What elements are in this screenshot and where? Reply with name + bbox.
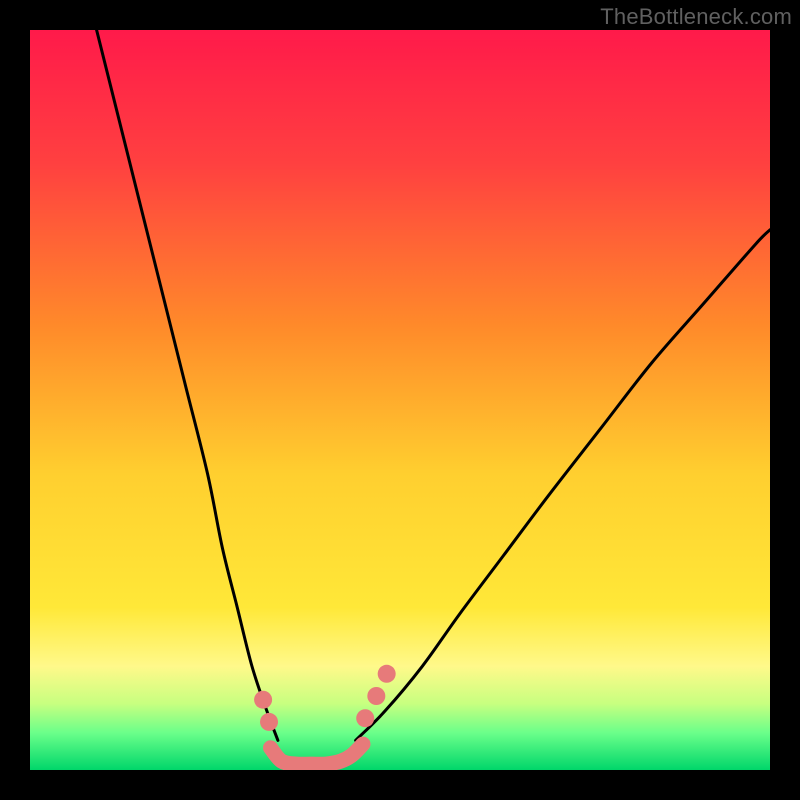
gradient-background [30, 30, 770, 770]
plot-svg [30, 30, 770, 770]
marker-dot [254, 691, 272, 709]
plot-area [30, 30, 770, 770]
chart-frame: TheBottleneck.com [0, 0, 800, 800]
marker-dot [356, 709, 374, 727]
marker-dot [378, 665, 396, 683]
marker-dot [260, 713, 278, 731]
watermark-text: TheBottleneck.com [600, 4, 792, 30]
marker-dot [367, 687, 385, 705]
